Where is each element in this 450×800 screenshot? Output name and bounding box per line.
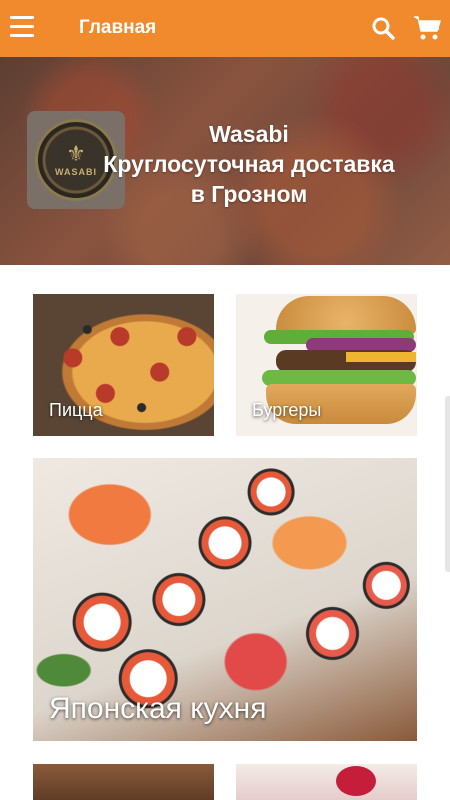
category-label: Японская кухня bbox=[49, 692, 267, 725]
category-label: Пицца bbox=[49, 400, 103, 420]
category-label: Бургеры bbox=[252, 400, 322, 420]
hero-brand-name: Wasabi bbox=[209, 121, 289, 147]
hero-banner: ⚜ WASABI Wasabi Круглосуточная доставка … bbox=[0, 57, 450, 265]
hero-tagline: Круглосуточная доставка bbox=[103, 151, 395, 177]
search-icon[interactable] bbox=[371, 16, 395, 40]
cart-icon[interactable] bbox=[413, 15, 441, 41]
app-bar: Главная bbox=[0, 0, 450, 57]
hero-headline: Wasabi Круглосуточная доставка в Грозном bbox=[0, 119, 450, 209]
category-card-partial-left[interactable] bbox=[33, 764, 214, 800]
page-title: Главная bbox=[79, 17, 157, 38]
category-card-pizza[interactable]: Пицца bbox=[33, 294, 214, 436]
scrollbar[interactable] bbox=[445, 396, 450, 572]
hamburger-menu-icon[interactable] bbox=[10, 16, 34, 38]
category-card-japanese[interactable]: Японская кухня bbox=[33, 458, 417, 741]
hero-city: в Грозном bbox=[190, 181, 308, 207]
category-card-partial-right[interactable] bbox=[236, 764, 417, 800]
category-card-burgers[interactable]: Бургеры bbox=[236, 294, 417, 436]
